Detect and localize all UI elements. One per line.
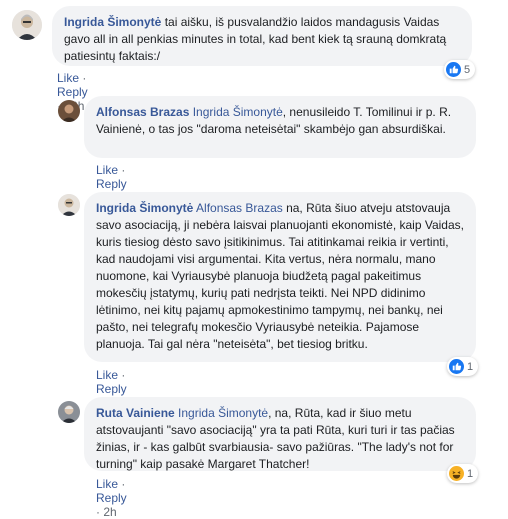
mention-link[interactable]: Alfonsas Brazas [196, 201, 283, 215]
avatar[interactable] [58, 401, 80, 423]
separator: · [121, 163, 126, 177]
reaction-number: 1 [467, 467, 474, 480]
like-link[interactable]: Like [96, 477, 118, 491]
like-link[interactable]: Like [96, 368, 118, 382]
avatar[interactable] [58, 194, 80, 216]
reaction-number: 1 [467, 360, 474, 373]
separator: · [82, 71, 87, 85]
reply-link[interactable]: Reply [96, 177, 127, 191]
mention-link[interactable]: Ingrida Šimonytė [178, 406, 268, 420]
reply-link[interactable]: Reply [57, 85, 88, 99]
like-icon [446, 62, 461, 77]
like-link[interactable]: Like [96, 163, 118, 177]
comment-author[interactable]: Ingrida Šimonytė [96, 201, 193, 215]
comment-bubble: Alfonsas Brazas Ingrida Šimonytė, nenusi… [84, 96, 476, 158]
reaction-count[interactable]: 5 [444, 60, 476, 79]
comment-author[interactable]: Ruta Vainiene [96, 406, 175, 420]
like-link[interactable]: Like [57, 71, 79, 85]
separator: · [96, 505, 100, 519]
comment-author[interactable]: Alfonsas Brazas [96, 105, 189, 119]
comment-author[interactable]: Ingrida Šimonytė [64, 15, 161, 29]
avatar[interactable] [58, 100, 80, 122]
comment-bubble: Ingrida Šimonytė Alfonsas Brazas na, Rūt… [84, 192, 476, 362]
reaction-number: 5 [464, 63, 471, 76]
comment-actions: Like · Reply · 2h [96, 477, 127, 519]
reply-link[interactable]: Reply [96, 491, 127, 505]
timestamp[interactable]: 2h [103, 505, 116, 519]
haha-icon [449, 466, 464, 481]
reply-link[interactable]: Reply [96, 382, 127, 396]
like-icon [449, 359, 464, 374]
mention-link[interactable]: Ingrida Šimonytė [193, 105, 283, 119]
comment-text: na, Rūta šiuo atveju atstovauja savo aso… [96, 201, 464, 351]
avatar[interactable] [12, 10, 42, 40]
reaction-count[interactable]: 1 [447, 464, 479, 483]
reaction-count[interactable]: 1 [447, 357, 479, 376]
comment-bubble: Ingrida Šimonytė tai aišku, iš pusvaland… [52, 6, 472, 66]
separator: · [121, 368, 126, 382]
comment-bubble: Ruta Vainiene Ingrida Šimonytė, na, Rūta… [84, 397, 476, 471]
separator: · [121, 477, 126, 491]
